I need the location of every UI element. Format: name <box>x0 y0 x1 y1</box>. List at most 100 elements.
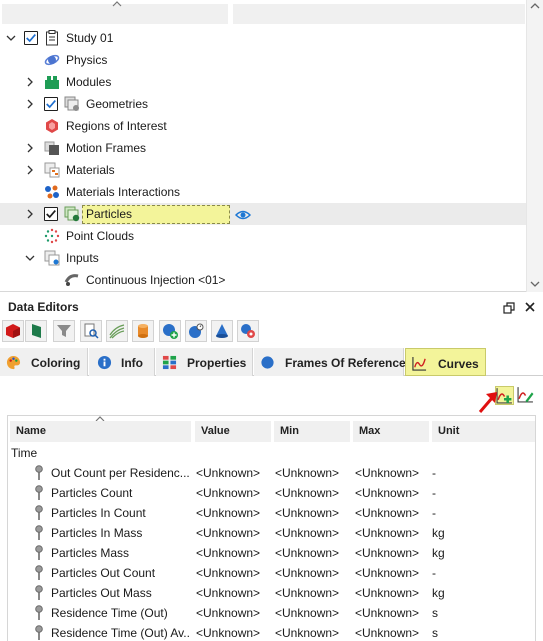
cell-min: <Unknown> <box>275 546 340 560</box>
cell-min: <Unknown> <box>275 526 340 540</box>
column-header-max[interactable]: Max <box>353 421 429 442</box>
table-row[interactable]: Particles In Mass <Unknown> <Unknown> <Unkn… <box>8 523 535 543</box>
cell-max: <Unknown> <box>355 566 420 580</box>
modules-icon <box>45 76 59 89</box>
cell-value: <Unknown> <box>196 526 261 540</box>
toolbar-button-streamlines[interactable] <box>106 320 128 342</box>
cell-unit: - <box>432 566 436 580</box>
cell-name: Particles Out Count <box>51 566 156 580</box>
tree-item-geometries[interactable]: Geometries <box>0 93 526 115</box>
column-header-value[interactable]: Value <box>195 421 271 442</box>
pin-icon <box>35 505 43 520</box>
chevron-right-icon[interactable] <box>24 208 36 220</box>
toolbar-button-particles[interactable] <box>237 320 259 342</box>
edit-curve-icon <box>517 387 534 403</box>
chevron-right-icon[interactable] <box>24 98 36 110</box>
tab-label: Info <box>121 356 143 370</box>
chevron-down-icon[interactable] <box>5 32 17 44</box>
tree-item-materials[interactable]: Materials <box>0 159 526 181</box>
tree-item-regions-of-interest[interactable]: Regions of Interest <box>0 115 526 137</box>
cell-value: <Unknown> <box>196 506 261 520</box>
checkmark-icon <box>26 34 36 43</box>
tree-item-modules[interactable]: Modules <box>0 71 526 93</box>
study-checkbox[interactable] <box>24 31 38 45</box>
tree-item-study[interactable]: Study 01 <box>0 27 526 49</box>
toolbar-button-gauge[interactable] <box>185 320 207 342</box>
cell-unit: kg <box>432 546 445 560</box>
toolbar-button-inspect[interactable] <box>80 320 102 342</box>
table-row[interactable]: Residence Time (Out) <Unknown> <Unknown> <U… <box>8 603 535 623</box>
cell-value: <Unknown> <box>196 606 261 620</box>
red-cube-icon <box>6 324 20 338</box>
tree-item-inputs[interactable]: Inputs <box>0 247 526 269</box>
column-header-name[interactable]: Name <box>10 421 191 442</box>
chevron-down-icon[interactable] <box>24 252 36 264</box>
tree-item-continuous-injection[interactable]: Continuous Injection <01> <box>0 269 526 291</box>
table-row[interactable]: Particles Mass <Unknown> <Unknown> <Unknown… <box>8 543 535 563</box>
tree-item-label: Geometries <box>86 97 149 111</box>
tab-coloring[interactable]: Coloring <box>0 348 88 376</box>
tab-frames-of-reference[interactable]: Frames Of Reference <box>254 348 406 376</box>
toolbar-button-add[interactable] <box>159 320 181 342</box>
clipboard-icon <box>46 30 58 46</box>
particles-checkbox[interactable] <box>44 207 58 221</box>
curve-chart-icon <box>412 356 427 371</box>
tree-item-physics[interactable]: Physics <box>0 49 526 71</box>
tree-vertical-scrollbar[interactable] <box>526 0 543 292</box>
tab-curves[interactable]: Curves <box>405 348 486 376</box>
cell-name: Out Count per Residenc... <box>51 466 190 480</box>
inputs-icon <box>44 250 60 266</box>
edit-curve-button[interactable] <box>517 386 536 405</box>
cell-name: Residence Time (Out) Av... <box>51 626 191 640</box>
toolbar-button-cylinder[interactable] <box>132 320 154 342</box>
palette-icon <box>6 355 21 370</box>
eye-icon[interactable] <box>235 207 251 223</box>
toolbar-button-geometry[interactable] <box>2 320 24 342</box>
toolbar-button-filter[interactable] <box>53 320 75 342</box>
motion-frames-icon <box>44 141 59 155</box>
chevron-right-icon[interactable] <box>24 142 36 154</box>
point-clouds-icon <box>44 228 60 244</box>
cell-max: <Unknown> <box>355 586 420 600</box>
tree-item-label: Modules <box>66 75 112 89</box>
tree-item-motion-frames[interactable]: Motion Frames <box>0 137 526 159</box>
scroll-down-icon[interactable] <box>530 280 540 288</box>
editor-tabs: Coloring Info Properties Frames Of Refer… <box>0 346 543 376</box>
cell-min: <Unknown> <box>275 506 340 520</box>
cell-unit: - <box>432 506 436 520</box>
study-tree-panel: Study 01 Physics Modules Geometries Regi… <box>0 0 543 292</box>
cell-max: <Unknown> <box>355 606 420 620</box>
restore-window-icon[interactable] <box>502 301 516 315</box>
toolbar-button-flag[interactable] <box>25 320 47 342</box>
close-icon[interactable] <box>523 300 537 314</box>
tab-info[interactable]: Info <box>89 348 155 376</box>
toolbar-button-cone[interactable] <box>211 320 233 342</box>
table-row[interactable]: Particles Out Mass <Unknown> <Unknown> <Unk… <box>8 583 535 603</box>
tree-item-materials-interactions[interactable]: Materials Interactions <box>0 181 526 203</box>
panel-title: Data Editors <box>8 300 79 314</box>
table-header: Name Value Min Max Unit <box>8 416 535 443</box>
column-header-min[interactable]: Min <box>274 421 350 442</box>
particles-icon <box>64 206 80 222</box>
tree-item-particles[interactable]: Particles <box>0 203 526 225</box>
tree-column-header-2[interactable] <box>233 4 525 24</box>
checkmark-icon <box>46 100 56 109</box>
table-row[interactable]: Particles In Count <Unknown> <Unknown> <Unk… <box>8 503 535 523</box>
table-row[interactable]: Particles Out Count <Unknown> <Unknown> <Un… <box>8 563 535 583</box>
geometries-checkbox[interactable] <box>44 97 58 111</box>
table-row[interactable]: Particles Count <Unknown> <Unknown> <Unknow… <box>8 483 535 503</box>
group-row-time[interactable]: Time <box>8 443 535 463</box>
tree-item-label: Materials <box>66 163 115 177</box>
tree-item-point-clouds[interactable]: Point Clouds <box>0 225 526 247</box>
scroll-up-icon[interactable] <box>530 2 540 10</box>
cell-unit: kg <box>432 526 445 540</box>
column-header-unit[interactable]: Unit <box>432 421 535 442</box>
chevron-right-icon[interactable] <box>24 76 36 88</box>
tab-properties[interactable]: Properties <box>156 348 253 376</box>
cell-unit: s <box>432 626 438 640</box>
cell-max: <Unknown> <box>355 526 420 540</box>
chevron-right-icon[interactable] <box>24 164 36 176</box>
pin-icon <box>35 485 43 500</box>
table-row[interactable]: Residence Time (Out) Av... <Unknown> <Unkn… <box>8 623 535 641</box>
table-row[interactable]: Out Count per Residenc... <Unknown> <Unkno… <box>8 463 535 483</box>
